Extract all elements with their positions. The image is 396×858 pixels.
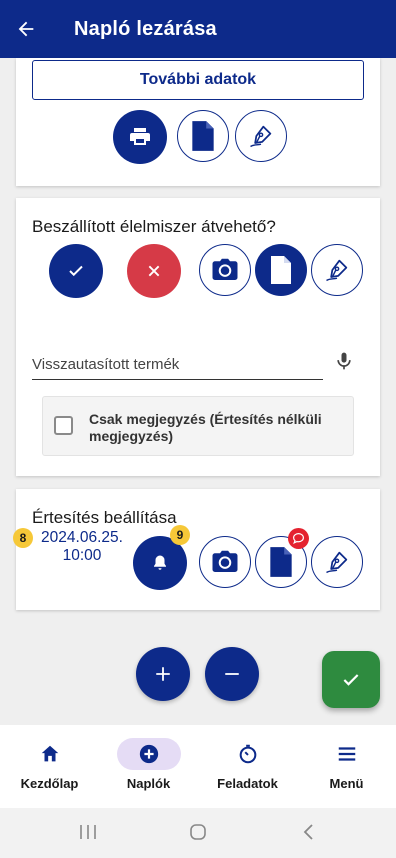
camera-icon: [212, 258, 238, 280]
date-badge: 8: [13, 528, 33, 548]
signature-pen-icon: [326, 551, 348, 574]
bell-badge: 9: [170, 525, 190, 545]
microphone-icon: [337, 352, 351, 370]
check-icon: [343, 673, 359, 686]
nav-icon-container: [216, 738, 280, 770]
arrow-left-icon: [18, 21, 34, 37]
back-system-button[interactable]: [301, 822, 317, 847]
document-button[interactable]: [177, 110, 229, 162]
recent-apps-button[interactable]: [79, 822, 97, 847]
nav-item-tasks[interactable]: Feladatok: [198, 725, 297, 808]
nav-item-menu[interactable]: Menü: [297, 725, 396, 808]
nav-label-tasks: Feladatok: [217, 776, 278, 791]
menu-icon: [338, 747, 355, 761]
note-only-option[interactable]: Csak megjegyzés (Értesítés nélküli megje…: [42, 396, 354, 456]
nav-icon-container: [18, 738, 82, 770]
confirm-button[interactable]: [322, 651, 380, 708]
notification-date: 2024.06.25.: [41, 529, 123, 546]
document-icon: [271, 256, 291, 284]
notification-datetime[interactable]: 2024.06.25. 10:00: [34, 529, 130, 565]
plus-circle-icon: [139, 744, 158, 764]
notification-time: 10:00: [62, 547, 102, 564]
camera-icon: [212, 550, 238, 572]
document-icon: [192, 121, 214, 151]
signature-pen-icon: [326, 259, 348, 282]
recent-apps-icon: [80, 825, 96, 839]
signature-pen-icon: [250, 125, 272, 148]
reject-button[interactable]: [127, 244, 181, 298]
page-title: Napló lezárása: [74, 17, 217, 40]
check-icon: [69, 265, 83, 277]
home-circle-icon: [190, 824, 206, 840]
signature-button[interactable]: [311, 244, 363, 296]
minus-icon: [225, 673, 239, 675]
plus-icon: [156, 667, 170, 681]
notification-title: Értesítés beállítása: [32, 508, 177, 527]
bottom-navigation: Kezdőlap Naplók Feladatok Menü: [0, 725, 396, 808]
signature-button[interactable]: [235, 110, 287, 162]
nav-item-logs[interactable]: Naplók: [99, 725, 198, 808]
app-bar: Napló lezárása: [0, 0, 396, 58]
camera-button[interactable]: [199, 536, 251, 588]
microphone-button[interactable]: [334, 350, 354, 377]
back-button[interactable]: [0, 0, 52, 58]
rejected-product-placeholder: Visszautasított termék: [32, 356, 180, 373]
nav-label-menu: Menü: [329, 776, 364, 791]
printer-icon: [130, 128, 150, 145]
signature-button[interactable]: [311, 536, 363, 588]
document-icon: [270, 547, 292, 577]
comment-badge: [288, 528, 309, 549]
document-button[interactable]: [255, 244, 307, 296]
nav-item-home[interactable]: Kezdőlap: [0, 725, 99, 808]
accept-button[interactable]: [49, 244, 103, 298]
nav-label-home: Kezdőlap: [20, 776, 79, 791]
note-only-label: Csak megjegyzés (Értesítés nélküli megje…: [89, 411, 322, 444]
camera-button[interactable]: [199, 244, 251, 296]
actions-card: További adatok: [16, 58, 380, 186]
notification-card: Értesítés beállítása 8 2024.06.25. 10:00…: [13, 489, 380, 610]
close-icon: [148, 265, 160, 277]
more-data-button[interactable]: További adatok: [32, 60, 364, 100]
add-button[interactable]: [136, 647, 190, 701]
home-system-button[interactable]: [189, 822, 207, 847]
system-navigation-bar: [0, 808, 396, 858]
chevron-left-icon: [303, 824, 313, 840]
nav-icon-container: [315, 738, 379, 770]
delivery-question: Beszállított élelmiszer átvehető?: [32, 217, 276, 236]
print-button[interactable]: [113, 110, 167, 164]
note-only-checkbox[interactable]: [54, 416, 73, 435]
remove-button[interactable]: [205, 647, 259, 701]
nav-label-logs: Naplók: [126, 776, 171, 791]
timer-icon: [239, 744, 256, 764]
bell-icon: [154, 555, 166, 570]
delivery-card: Beszállított élelmiszer átvehető? Vissza…: [16, 198, 380, 476]
chat-bubble-icon: [293, 533, 304, 544]
home-icon: [41, 745, 58, 762]
rejected-product-input[interactable]: Visszautasított termék: [32, 348, 323, 380]
nav-icon-container: [116, 738, 181, 770]
